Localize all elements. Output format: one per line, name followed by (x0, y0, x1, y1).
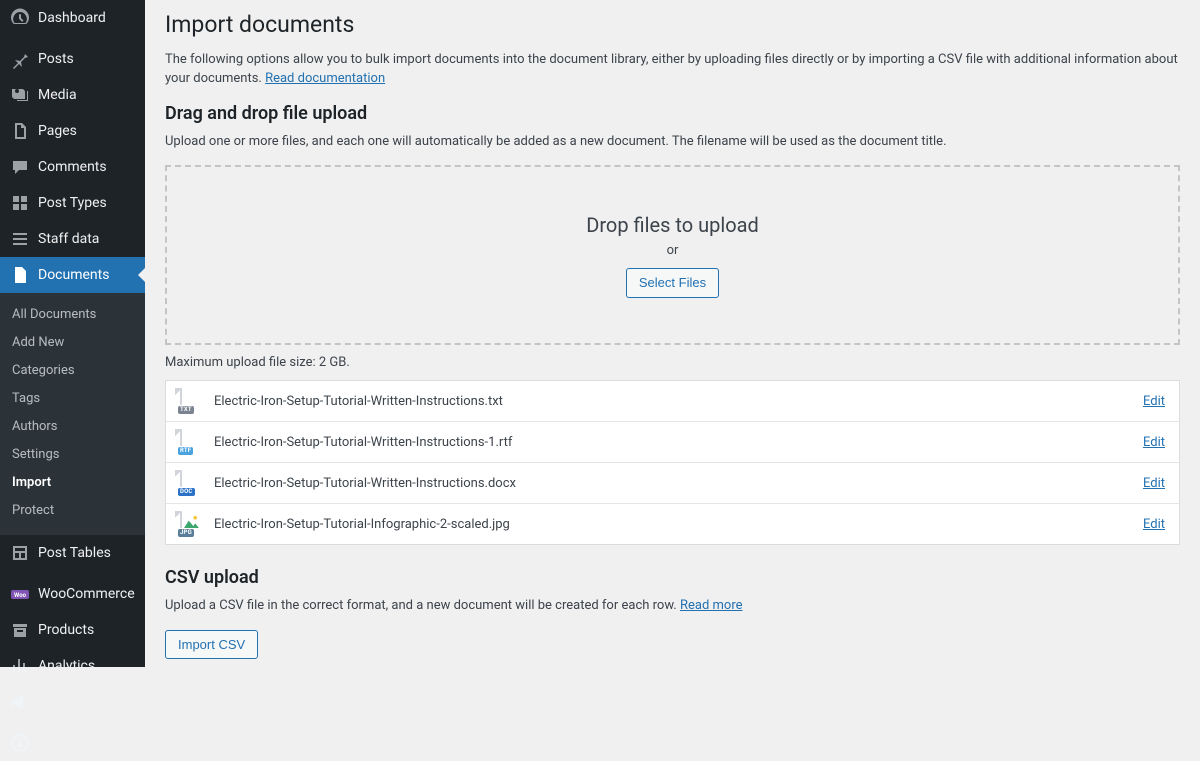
sidebar-item-label: Pages (38, 122, 77, 140)
table-icon (10, 543, 30, 563)
file-edit-link[interactable]: Edit (1143, 517, 1165, 532)
main-content: Import documents The following options a… (145, 0, 1200, 667)
submenu-item-categories[interactable]: Categories (0, 357, 145, 385)
read-documentation-link[interactable]: Read documentation (265, 71, 385, 86)
csv-section-title: CSV upload (165, 567, 1180, 588)
sidebar-item-staff-data[interactable]: Staff data (0, 221, 145, 257)
csv-help-prefix: Upload a CSV file in the correct format,… (165, 598, 680, 613)
sidebar-item-posts[interactable]: Posts (0, 41, 145, 77)
sidebar-item-products[interactable]: Products (0, 612, 145, 648)
csv-help-text: Upload a CSV file in the correct format,… (165, 596, 1180, 616)
sidebar-item-label: Posts (38, 50, 74, 68)
pin-icon (10, 49, 30, 69)
dragdrop-help-text: Upload one or more files, and each one w… (165, 132, 1180, 152)
grid-icon (10, 193, 30, 213)
sidebar-item-media[interactable]: Media (0, 77, 145, 113)
svg-text:Woo: Woo (14, 592, 27, 599)
sidebar-item-label: Marketing (38, 693, 101, 711)
sidebar-item-label: Astra (38, 734, 71, 752)
sidebar-item-woocommerce[interactable]: Woo WooCommerce (0, 576, 145, 612)
sidebar-item-label: Media (38, 86, 77, 104)
import-csv-button[interactable]: Import CSV (165, 630, 258, 660)
astra-icon (10, 733, 30, 753)
dropzone-label: Drop files to upload (586, 213, 759, 237)
comment-icon (10, 157, 30, 177)
sidebar-item-label: Comments (38, 158, 107, 176)
page-description: The following options allow you to bulk … (165, 50, 1180, 89)
list-icon (10, 229, 30, 249)
file-icon-txt: TXT (180, 389, 202, 413)
select-files-button[interactable]: Select Files (626, 268, 719, 298)
megaphone-icon (10, 692, 30, 712)
sidebar-item-astra[interactable]: Astra (0, 725, 145, 761)
file-row: DOC Electric-Iron-Setup-Tutorial-Written… (166, 463, 1179, 504)
sidebar-item-analytics[interactable]: Analytics (0, 648, 145, 684)
submenu-item-protect[interactable]: Protect (0, 497, 145, 525)
sidebar-item-label: Staff data (38, 230, 99, 248)
dropzone-or-label: or (667, 243, 679, 258)
sidebar-item-dashboard[interactable]: Dashboard (0, 0, 145, 36)
sidebar-item-pages[interactable]: Pages (0, 113, 145, 149)
submenu-item-all-documents[interactable]: All Documents (0, 301, 145, 329)
file-icon-rtf: RTF (180, 430, 202, 454)
media-icon (10, 85, 30, 105)
submenu-item-tags[interactable]: Tags (0, 385, 145, 413)
archive-icon (10, 620, 30, 640)
file-name: Electric-Iron-Setup-Tutorial-Written-Ins… (214, 476, 1131, 491)
admin-sidebar: Dashboard Posts Media Pages Comments Pos… (0, 0, 145, 667)
file-dropzone[interactable]: Drop files to upload or Select Files (165, 165, 1180, 345)
sidebar-item-marketing[interactable]: Marketing (0, 684, 145, 720)
submenu-item-add-new[interactable]: Add New (0, 329, 145, 357)
max-upload-note: Maximum upload file size: 2 GB. (165, 355, 1180, 370)
uploaded-file-list: TXT Electric-Iron-Setup-Tutorial-Written… (165, 380, 1180, 545)
woocommerce-icon: Woo (10, 584, 30, 604)
sidebar-item-post-types[interactable]: Post Types (0, 185, 145, 221)
sidebar-item-comments[interactable]: Comments (0, 149, 145, 185)
sidebar-item-label: Post Types (38, 194, 107, 212)
csv-read-more-link[interactable]: Read more (680, 598, 743, 613)
dragdrop-section-title: Drag and drop file upload (165, 103, 1180, 124)
file-edit-link[interactable]: Edit (1143, 394, 1165, 409)
file-name: Electric-Iron-Setup-Tutorial-Written-Ins… (214, 394, 1131, 409)
gauge-icon (10, 8, 30, 28)
file-row: RTF Electric-Iron-Setup-Tutorial-Written… (166, 422, 1179, 463)
file-name: Electric-Iron-Setup-Tutorial-Written-Ins… (214, 435, 1131, 450)
sidebar-item-label: Post Tables (38, 544, 111, 562)
sidebar-item-label: WooCommerce (38, 585, 135, 603)
sidebar-item-documents[interactable]: Documents (0, 257, 145, 293)
submenu-item-settings[interactable]: Settings (0, 441, 145, 469)
page-title: Import documents (165, 10, 1180, 40)
sidebar-item-label: Analytics (38, 657, 95, 675)
chart-bar-icon (10, 656, 30, 676)
file-row: TXT Electric-Iron-Setup-Tutorial-Written… (166, 381, 1179, 422)
document-icon (10, 265, 30, 285)
file-icon-jpg: JPG (180, 512, 202, 536)
file-icon-docx: DOC (180, 471, 202, 495)
sidebar-item-label: Dashboard (38, 9, 106, 27)
submenu-item-import[interactable]: Import (0, 469, 145, 497)
submenu-item-authors[interactable]: Authors (0, 413, 145, 441)
sidebar-item-post-tables[interactable]: Post Tables (0, 535, 145, 571)
sidebar-item-label: Documents (38, 266, 109, 284)
file-edit-link[interactable]: Edit (1143, 435, 1165, 450)
sidebar-submenu-documents: All Documents Add New Categories Tags Au… (0, 293, 145, 535)
file-row: JPG Electric-Iron-Setup-Tutorial-Infogra… (166, 504, 1179, 544)
sidebar-item-label: Products (38, 621, 94, 639)
pages-icon (10, 121, 30, 141)
file-name: Electric-Iron-Setup-Tutorial-Infographic… (214, 517, 1131, 532)
file-edit-link[interactable]: Edit (1143, 476, 1165, 491)
